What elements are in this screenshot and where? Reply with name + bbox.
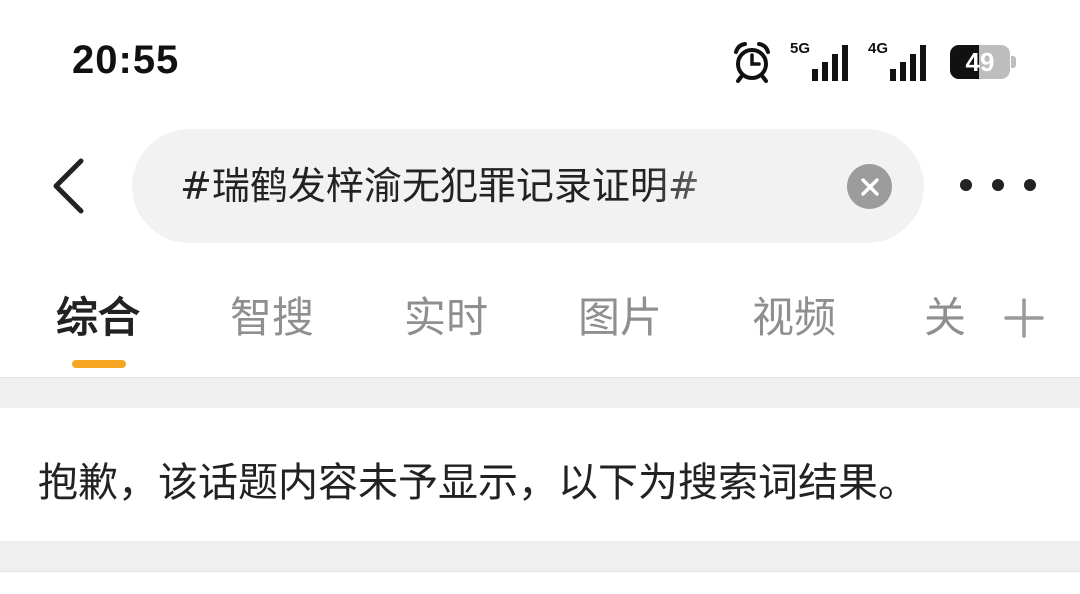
add-tab-button[interactable] [1002,296,1046,340]
signal-5g-icon: 5G [790,41,854,83]
active-tab-indicator [72,360,126,368]
tab-zonghe[interactable]: 综合 [56,288,140,348]
battery-percent: 49 [965,47,995,77]
signal-4g-icon: 4G [868,41,932,83]
status-icons: 5G 4G 49 [732,40,1016,84]
tab-shipin[interactable]: 视频 [752,288,836,348]
tab-zhisou[interactable]: 智搜 [230,288,314,348]
tab-shishi[interactable]: 实时 [404,288,488,348]
search-box[interactable]: #瑞鹤发梓渝无犯罪记录证明# [132,129,924,243]
alarm-icon [734,42,770,83]
battery-nub [1011,56,1016,68]
ellipsis-icon-dot [1024,179,1036,191]
tab-tupian[interactable]: 图片 [578,288,662,348]
more-options-button[interactable] [960,165,1036,205]
chevron-left-icon [53,158,84,214]
plus-icon [1004,298,1044,338]
notice-text: 抱歉，该话题内容未予显示，以下为搜索词结果。 [38,460,918,506]
clear-search-button[interactable] [847,164,892,209]
section-divider [0,541,1080,572]
search-query[interactable]: #瑞鹤发梓渝无犯罪记录证明# [180,129,780,243]
tab-guan[interactable]: 关 [924,288,966,348]
status-bar: 20:55 5G 4G 49 [0,0,1080,120]
status-time: 20:55 [72,38,180,82]
battery-icon: 49 [950,45,1016,79]
ellipsis-icon-dot [992,179,1004,191]
close-icon [860,177,879,196]
signal-5g-label: 5G [790,40,811,57]
tab-bar: 综合 智搜 实时 图片 视频 关 [0,278,1080,378]
notice-card: 抱歉，该话题内容未予显示，以下为搜索词结果。 [0,408,1080,541]
back-button[interactable] [40,150,96,222]
ellipsis-icon-dot [960,179,972,191]
section-divider [0,377,1080,408]
signal-4g-label: 4G [868,40,889,57]
